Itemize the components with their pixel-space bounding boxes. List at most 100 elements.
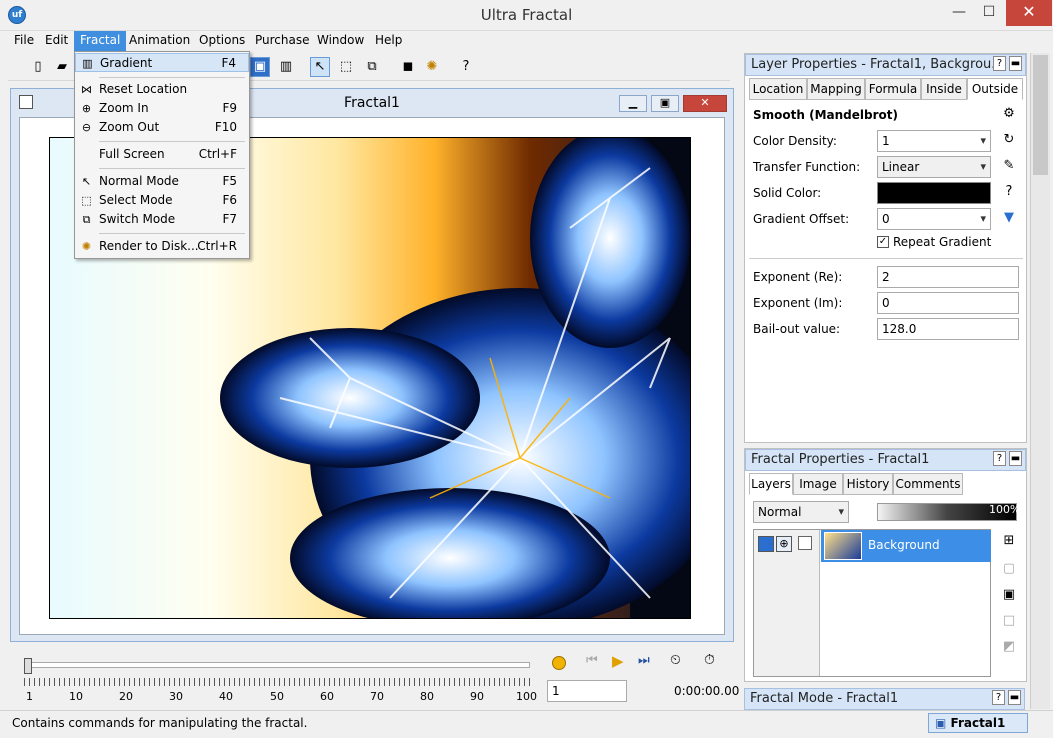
tab-formula[interactable]: Formula: [865, 78, 921, 100]
menu-zoom-out-shortcut: F10: [214, 120, 237, 134]
tab-location[interactable]: Location: [749, 78, 807, 100]
refresh-icon[interactable]: ↻: [1001, 132, 1017, 148]
fractal-minimize-button[interactable]: ▁: [619, 95, 647, 112]
gradient-editor-icon[interactable]: ▥: [276, 57, 296, 77]
record-icon[interactable]: [552, 656, 566, 670]
fractal-maximize-button[interactable]: ▣: [651, 95, 679, 112]
timeline-track[interactable]: [24, 662, 530, 668]
layers-list: ⊕ Background: [753, 529, 991, 677]
switch-mode-toolbar-icon[interactable]: ⧉: [362, 57, 382, 77]
help-icon[interactable]: ?: [1001, 184, 1017, 200]
repeat-gradient-checkbox[interactable]: ✓: [877, 236, 889, 248]
render-toolbar-icon[interactable]: ✺: [422, 57, 442, 77]
gradient-view-icon[interactable]: ▣: [250, 57, 270, 77]
fractal-mode-close-button[interactable]: ▬: [1008, 690, 1021, 705]
menu-gradient[interactable]: ▥ Gradient F4: [75, 53, 249, 72]
last-frame-icon[interactable]: ⏭: [638, 653, 650, 668]
menu-reset-location[interactable]: ⋈ Reset Location: [75, 80, 249, 99]
repeat-gradient-label: Repeat Gradient: [893, 235, 992, 249]
close-button[interactable]: ✕: [1006, 0, 1052, 26]
transfer-function-select[interactable]: Linear: [877, 156, 991, 178]
tab-history[interactable]: History: [843, 473, 893, 495]
color-density-field[interactable]: 1: [877, 130, 991, 152]
menu-zoom-out[interactable]: ⊖ Zoom Out F10: [75, 118, 249, 137]
exponent-im-field[interactable]: 0: [877, 292, 1019, 314]
maximize-button[interactable]: ☐: [974, 0, 1004, 26]
first-frame-icon[interactable]: ⏮: [586, 653, 598, 668]
menu-help[interactable]: Help: [369, 31, 408, 51]
document-tab[interactable]: ▣ Fractal1: [928, 713, 1028, 733]
duplicate-layer-icon[interactable]: ▢: [1001, 561, 1017, 577]
layer-zoom-icon[interactable]: ⊕: [776, 536, 792, 552]
exponent-re-label: Exponent (Re):: [753, 270, 843, 284]
add-layer-icon[interactable]: ⊞: [1001, 533, 1017, 549]
fractal-properties-close-button[interactable]: ▬: [1009, 451, 1022, 466]
tab-layers[interactable]: Layers: [749, 473, 793, 495]
timeline-ruler: [24, 678, 530, 686]
exponent-re-field[interactable]: 2: [877, 266, 1019, 288]
animation-timeline: 1 10 20 30 40 50 60 70 80 90 100 ⏮ ▶ ⏭ ⏲…: [8, 648, 739, 710]
tab-comments[interactable]: Comments: [893, 473, 963, 495]
solid-color-swatch[interactable]: [877, 182, 991, 204]
frame-input[interactable]: 1: [547, 680, 627, 702]
title-bar: uf Ultra Fractal — ☐ ✕: [0, 0, 1053, 31]
menu-select-mode[interactable]: ⬚ Select Mode F6: [75, 191, 249, 210]
merge-layer-icon[interactable]: ◩: [1001, 639, 1017, 655]
render-disk-toolbar-icon[interactable]: ◼: [398, 57, 418, 77]
menu-edit[interactable]: Edit: [39, 31, 74, 51]
tab-inside[interactable]: Inside: [921, 78, 967, 100]
timeline-slider-handle[interactable]: [24, 658, 32, 674]
menu-fractal[interactable]: Fractal: [74, 31, 127, 51]
reset-location-icon: ⋈: [81, 83, 92, 96]
menu-separator: [99, 233, 245, 234]
tab-image[interactable]: Image: [793, 473, 843, 495]
tick-label: 100: [516, 690, 537, 703]
normal-mode-toolbar-icon[interactable]: ↖: [310, 57, 330, 77]
gradient-offset-field[interactable]: 0: [877, 208, 991, 230]
layer-visible-icon[interactable]: [758, 536, 774, 552]
scrollbar-thumb[interactable]: [1033, 55, 1048, 175]
triangle-down-icon[interactable]: ▼: [1001, 210, 1017, 226]
new-icon[interactable]: ▯: [28, 57, 48, 77]
timeline-settings-icon[interactable]: ⏲: [670, 652, 681, 668]
tab-mapping[interactable]: Mapping: [807, 78, 865, 100]
edit-icon[interactable]: ✎: [1001, 158, 1017, 174]
menu-options[interactable]: Options: [193, 31, 251, 51]
menu-switch-mode-label: Switch Mode: [99, 212, 176, 226]
menu-purchase[interactable]: Purchase: [249, 31, 316, 51]
bailout-field[interactable]: 128.0: [877, 318, 1019, 340]
tick-label: 50: [270, 690, 284, 703]
tick-label: 60: [320, 690, 334, 703]
fractal-properties-help-button[interactable]: ?: [993, 451, 1006, 466]
tab-outside[interactable]: Outside: [967, 78, 1023, 100]
blend-mode-select[interactable]: Normal: [753, 501, 849, 523]
formula-browse-icon[interactable]: ⚙: [1001, 106, 1017, 122]
menu-normal-mode[interactable]: ↖ Normal Mode F5: [75, 172, 249, 191]
minimize-button[interactable]: —: [944, 0, 974, 26]
play-icon[interactable]: ▶: [612, 652, 624, 670]
menu-switch-mode[interactable]: ⧉ Switch Mode F7: [75, 210, 249, 229]
menu-animation[interactable]: Animation: [123, 31, 196, 51]
app-title: Ultra Fractal: [480, 6, 573, 24]
menu-file[interactable]: File: [8, 31, 40, 51]
open-icon[interactable]: ▰: [52, 57, 72, 77]
layer-properties-panel: Layer Properties - Fractal1, Backgrou...…: [744, 53, 1027, 443]
fractal-properties-title: Fractal Properties - Fractal1: [745, 449, 1026, 471]
menu-window[interactable]: Window: [311, 31, 370, 51]
menu-zoom-in[interactable]: ⊕ Zoom In F9: [75, 99, 249, 118]
formula-section-title: Smooth (Mandelbrot): [753, 108, 898, 122]
menu-render-to-disk[interactable]: ✺ Render to Disk... Ctrl+R: [75, 237, 249, 256]
panels-scrollbar[interactable]: [1030, 53, 1050, 709]
mask-icon[interactable]: □: [1001, 613, 1017, 629]
layer-lock-checkbox[interactable]: [798, 536, 812, 550]
layer-properties-close-button[interactable]: ▬: [1009, 56, 1022, 71]
fractal-close-button[interactable]: ✕: [683, 95, 727, 112]
select-mode-toolbar-icon[interactable]: ⬚: [336, 57, 356, 77]
transfer-function-label: Transfer Function:: [753, 160, 861, 174]
menu-full-screen[interactable]: Full Screen Ctrl+F: [75, 145, 249, 164]
keyframes-icon[interactable]: ⏱: [704, 652, 715, 668]
help-toolbar-icon[interactable]: ?: [456, 57, 476, 77]
add-folder-icon[interactable]: ▣: [1001, 587, 1017, 603]
layer-properties-help-button[interactable]: ?: [993, 56, 1006, 71]
fractal-mode-help-button[interactable]: ?: [992, 690, 1005, 705]
